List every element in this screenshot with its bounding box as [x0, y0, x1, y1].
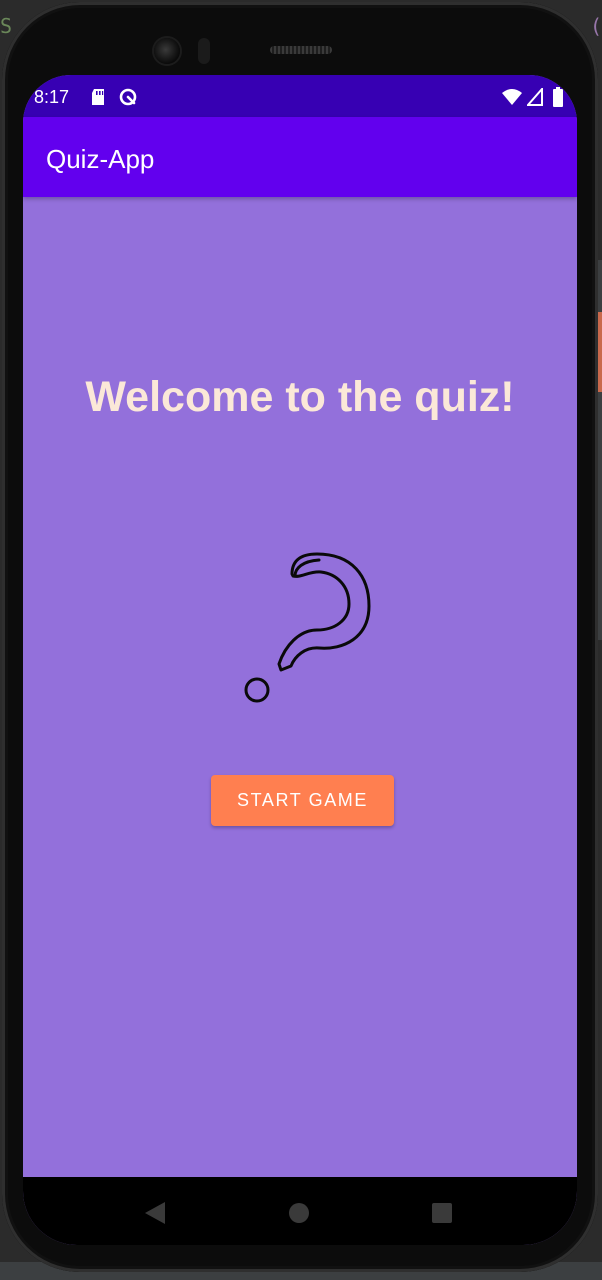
earpiece-speaker [270, 46, 332, 54]
welcome-heading: Welcome to the quiz! [85, 373, 515, 421]
phone-screen: 8:17 Quiz-App Welcome to the quiz! START… [23, 75, 577, 1245]
front-camera [154, 38, 180, 64]
battery-icon [553, 87, 563, 107]
back-icon[interactable] [144, 1201, 166, 1225]
question-mark-icon [244, 552, 371, 703]
status-bar: 8:17 [23, 75, 577, 117]
navigation-bar [23, 1177, 577, 1245]
start-game-button[interactable]: START GAME [211, 775, 394, 826]
app-title: Quiz-App [46, 144, 155, 174]
wifi-icon [502, 89, 522, 105]
home-icon[interactable] [289, 1203, 309, 1223]
proximity-sensor [198, 38, 210, 64]
sd-card-icon [92, 89, 104, 105]
signal-icon [527, 88, 543, 106]
status-time: 8:17 [34, 87, 70, 107]
sync-icon [119, 88, 137, 106]
app-bar: Quiz-App [23, 117, 577, 197]
ide-background-right: ( [590, 14, 602, 38]
recents-icon[interactable] [432, 1203, 452, 1223]
